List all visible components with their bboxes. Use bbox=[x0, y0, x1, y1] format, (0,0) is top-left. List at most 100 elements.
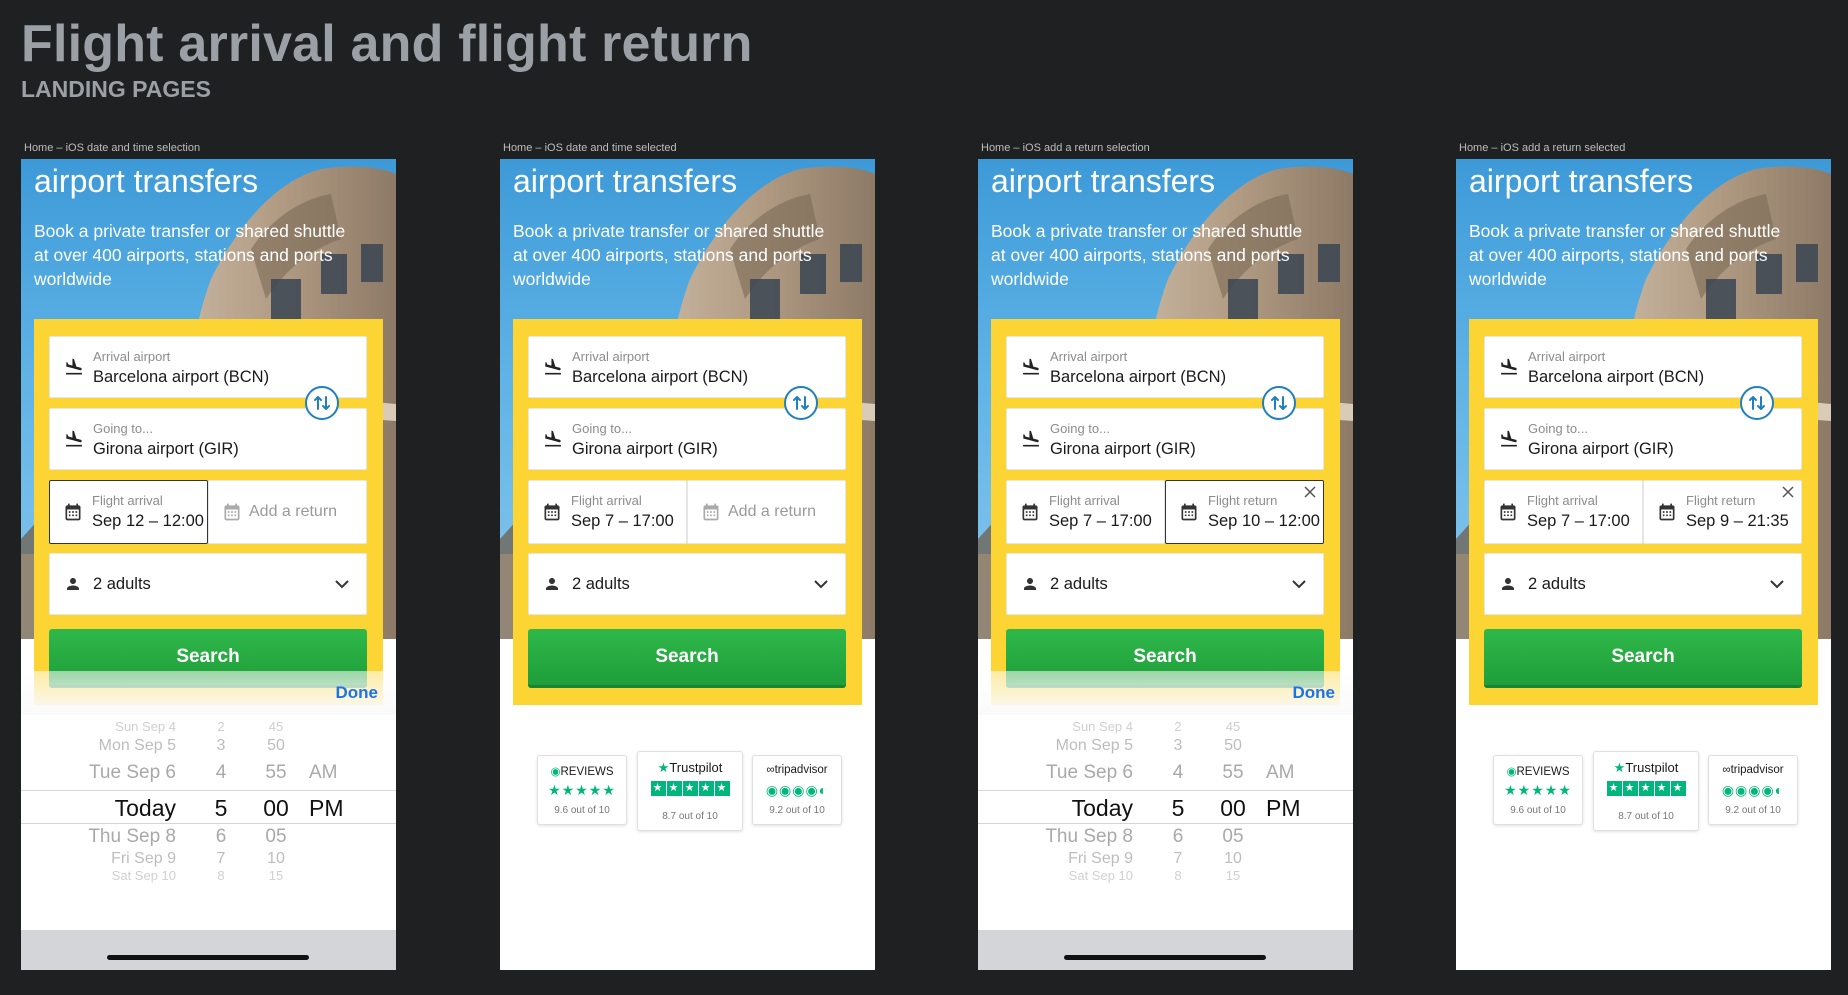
page-subtitle: LANDING PAGES bbox=[21, 76, 211, 102]
plane-landing-icon bbox=[1501, 430, 1517, 447]
phone-screen-1: airport transfers Book a private transfe… bbox=[21, 159, 396, 970]
reviews-io-badge[interactable]: ◉REVIEWS ★★★★★ 9.6 out of 10 bbox=[1493, 755, 1583, 825]
picker-fade bbox=[978, 875, 1353, 930]
picker-minute-option[interactable]: 55 bbox=[1208, 762, 1258, 788]
picker-ampm-option[interactable]: AM bbox=[309, 762, 349, 788]
picker-day-option[interactable]: Today bbox=[978, 795, 1133, 821]
done-button[interactable]: Done bbox=[1293, 683, 1336, 703]
home-indicator-area bbox=[978, 930, 1353, 970]
booking-form: Arrival airport Barcelona airport (BCN) … bbox=[34, 319, 383, 705]
picker-ampm-option[interactable] bbox=[309, 737, 349, 763]
picker-hour-option[interactable]: 6 bbox=[206, 826, 236, 852]
search-button[interactable]: Search bbox=[528, 629, 846, 685]
passengers-value: 2 adults bbox=[1050, 575, 1108, 593]
clear-return-icon[interactable] bbox=[1781, 485, 1795, 499]
picker-minute-option[interactable]: 00 bbox=[251, 795, 301, 821]
picker-hour-option[interactable]: 5 bbox=[206, 795, 236, 821]
picker-ampm-option[interactable]: PM bbox=[309, 795, 349, 821]
flight-arrival-label: Flight arrival bbox=[571, 493, 642, 508]
destination-value: Girona airport (GIR) bbox=[1050, 440, 1196, 458]
picker-minute-option[interactable]: 00 bbox=[1208, 795, 1258, 821]
reviews-io-badge[interactable]: ◉REVIEWS ★★★★★ 9.6 out of 10 bbox=[537, 755, 627, 825]
booking-form: Arrival airport Barcelona airport (BCN) … bbox=[991, 319, 1340, 705]
swap-locations-button[interactable] bbox=[305, 386, 339, 420]
flight-arrival-date-field[interactable]: Flight arrival Sep 7 – 17:00 bbox=[1484, 480, 1643, 544]
tripadvisor-brand: ∞tripadvisor bbox=[766, 764, 828, 776]
trustpilot-badge[interactable]: ★Trustpilot ★★★★★ 8.7 out of 10 bbox=[637, 751, 743, 831]
flight-arrival-date-field[interactable]: Flight arrival Sep 7 – 17:00 bbox=[528, 480, 687, 544]
hero-description: Book a private transfer or shared shuttl… bbox=[991, 221, 1303, 289]
home-indicator bbox=[107, 955, 309, 960]
destination-value: Girona airport (GIR) bbox=[572, 440, 718, 458]
picker-wheels[interactable]: Sun Sep 4 2 45 Mon Sep 5 3 50 Tue Sep 6 4 55 AM To… bbox=[978, 715, 1353, 930]
picker-day-option[interactable]: Tue Sep 6 bbox=[978, 762, 1133, 788]
date-time-picker[interactable]: Done Sun Sep 4 2 45 Mon Sep 5 3 50 Tue Sep 6 4 55… bbox=[978, 671, 1353, 970]
picker-day-option[interactable]: Thu Sep 8 bbox=[21, 826, 176, 852]
picker-ampm-option[interactable] bbox=[1266, 826, 1306, 852]
reviews-io-brand: ◉REVIEWS bbox=[550, 766, 614, 778]
destination-label: Going to... bbox=[93, 421, 153, 436]
picker-day-option[interactable]: Thu Sep 8 bbox=[978, 826, 1133, 852]
tripadvisor-badge[interactable]: ∞tripadvisor ◉◉◉◉◐ 9.2 out of 10 bbox=[1708, 755, 1798, 825]
flight-return-field[interactable]: Flight return Sep 9 – 21:35 bbox=[1643, 480, 1802, 544]
trustpilot-badge[interactable]: ★Trustpilot ★★★★★ 8.7 out of 10 bbox=[1593, 751, 1699, 831]
hero-description: Book a private transfer or shared shuttl… bbox=[34, 221, 346, 289]
trustpilot-brand: ★Trustpilot bbox=[657, 760, 723, 775]
person-icon bbox=[546, 578, 558, 590]
calendar-icon bbox=[224, 503, 240, 521]
picker-hour-option[interactable]: 4 bbox=[206, 762, 236, 788]
picker-ampm-option[interactable]: AM bbox=[1266, 762, 1306, 788]
passengers-select[interactable]: 2 adults bbox=[49, 553, 367, 615]
done-button[interactable]: Done bbox=[336, 683, 379, 703]
arrival-airport-value: Barcelona airport (BCN) bbox=[1528, 368, 1705, 386]
picker-minute-option[interactable]: 50 bbox=[1208, 737, 1258, 763]
picker-wheels[interactable]: Sun Sep 4 2 45 Mon Sep 5 3 50 Tue Sep 6 4 55 AM To… bbox=[21, 715, 396, 930]
flight-arrival-label: Flight arrival bbox=[92, 493, 163, 508]
picker-day-option[interactable]: Mon Sep 5 bbox=[21, 737, 176, 763]
picker-day-option[interactable]: Tue Sep 6 bbox=[21, 762, 176, 788]
picker-fade bbox=[21, 875, 396, 930]
flight-arrival-value: Sep 7 – 17:00 bbox=[1527, 512, 1630, 530]
swap-arrows-icon bbox=[1749, 396, 1765, 410]
passengers-select[interactable]: 2 adults bbox=[1006, 553, 1324, 615]
plane-landing-icon bbox=[66, 430, 82, 447]
picker-day-option[interactable]: Today bbox=[21, 795, 176, 821]
swap-locations-button[interactable] bbox=[1740, 386, 1774, 420]
flight-arrival-date-field[interactable]: Flight arrival Sep 7 – 17:00 bbox=[1006, 480, 1165, 544]
chevron-down-icon bbox=[1770, 580, 1784, 589]
swap-locations-button[interactable] bbox=[1262, 386, 1296, 420]
picker-hour-option[interactable]: 4 bbox=[1163, 762, 1193, 788]
passengers-select[interactable]: 2 adults bbox=[1484, 553, 1802, 615]
flight-return-label: Flight return bbox=[1686, 493, 1756, 508]
calendar-icon bbox=[65, 503, 81, 521]
picker-hour-option[interactable]: 5 bbox=[1163, 795, 1193, 821]
arrival-airport-label: Arrival airport bbox=[1050, 349, 1128, 364]
add-return-field[interactable]: Add a return bbox=[208, 480, 367, 544]
picker-day-option[interactable]: Mon Sep 5 bbox=[978, 737, 1133, 763]
flight-return-field[interactable]: Flight return Sep 10 – 12:00 bbox=[1165, 480, 1324, 544]
clear-return-icon[interactable] bbox=[1303, 485, 1317, 499]
swap-locations-button[interactable] bbox=[784, 386, 818, 420]
passengers-select[interactable]: 2 adults bbox=[528, 553, 846, 615]
picker-minute-option[interactable]: 05 bbox=[1208, 826, 1258, 852]
search-button[interactable]: Search bbox=[1484, 629, 1802, 685]
picker-minute-option[interactable]: 05 bbox=[251, 826, 301, 852]
date-time-picker[interactable]: Done Sun Sep 4 2 45 Mon Sep 5 3 50 Tue Sep 6 4 55… bbox=[21, 671, 396, 970]
picker-hour-option[interactable]: 6 bbox=[1163, 826, 1193, 852]
picker-hour-option[interactable]: 3 bbox=[206, 737, 236, 763]
picker-hour-option[interactable]: 3 bbox=[1163, 737, 1193, 763]
picker-ampm-option[interactable] bbox=[309, 826, 349, 852]
picker-minute-option[interactable]: 55 bbox=[251, 762, 301, 788]
add-return-field[interactable]: Add a return bbox=[687, 480, 846, 544]
picker-ampm-option[interactable] bbox=[1266, 737, 1306, 763]
hero-description: Book a private transfer or shared shuttl… bbox=[1469, 221, 1781, 289]
picker-minute-option[interactable]: 50 bbox=[251, 737, 301, 763]
picker-toolbar: Done bbox=[978, 671, 1353, 715]
hero-title: airport transfers bbox=[34, 163, 259, 199]
plane-landing-icon bbox=[1023, 358, 1039, 375]
tripadvisor-score: 9.2 out of 10 bbox=[769, 805, 825, 816]
flight-arrival-date-field[interactable]: Flight arrival Sep 12 – 12:00 bbox=[49, 480, 208, 544]
picker-ampm-option[interactable]: PM bbox=[1266, 795, 1306, 821]
tripadvisor-badge[interactable]: ∞tripadvisor ◉◉◉◉◐ 9.2 out of 10 bbox=[752, 755, 842, 825]
plane-landing-icon bbox=[545, 358, 561, 375]
